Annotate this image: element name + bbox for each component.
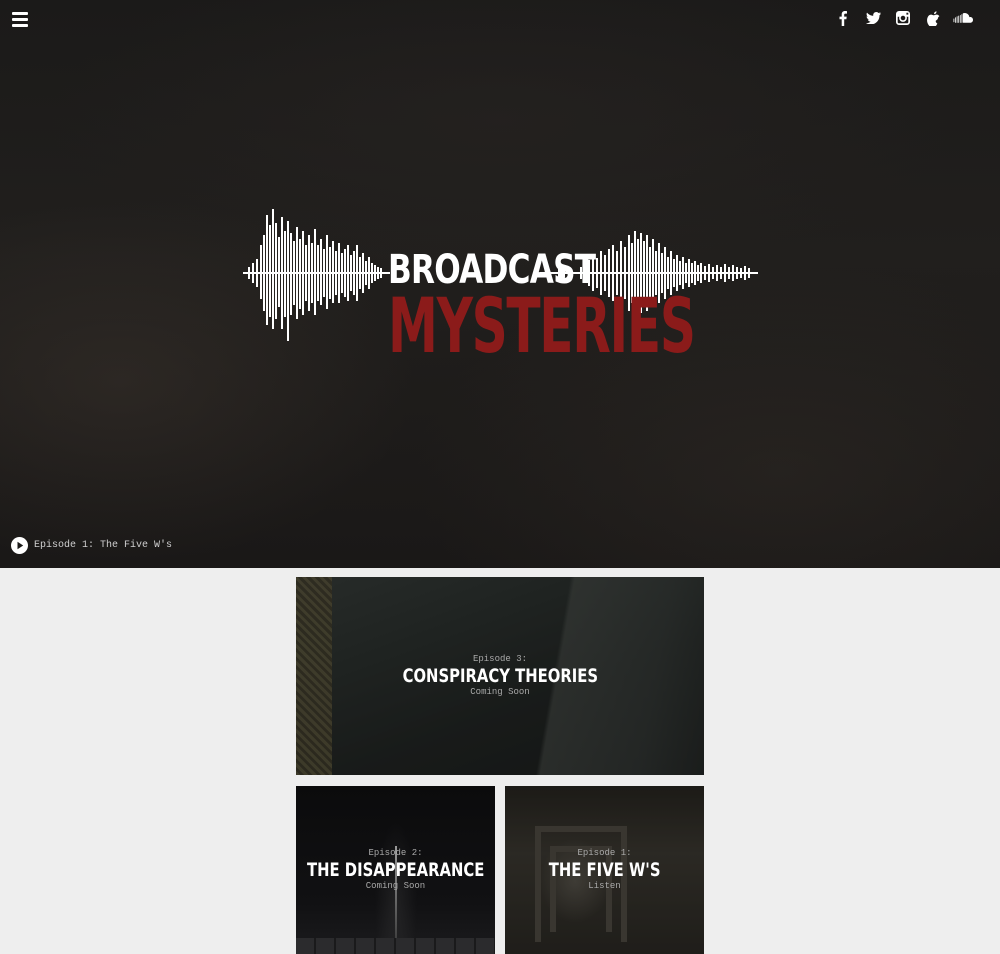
- social-links: [828, 9, 978, 27]
- episode-title: THE DISAPPEARANCE: [306, 859, 485, 881]
- apple-podcasts-icon[interactable]: [918, 9, 948, 27]
- episode-card-1[interactable]: Episode 1: THE FIVE W'S Listen: [505, 786, 704, 954]
- now-playing-label: Episode 1: The Five W's: [34, 540, 173, 551]
- episode-card-overlay: Episode 3: CONSPIRACY THEORIES Coming So…: [296, 577, 704, 775]
- episode-number: Episode 1:: [577, 848, 632, 858]
- soundcloud-icon[interactable]: [948, 9, 978, 27]
- play-icon[interactable]: [11, 537, 28, 554]
- episode-title: CONSPIRACY THEORIES: [402, 665, 598, 687]
- episode-card-overlay: Episode 2: THE DISAPPEARANCE Coming Soon: [296, 786, 495, 954]
- episode-card-3[interactable]: Episode 3: CONSPIRACY THEORIES Coming So…: [296, 577, 704, 775]
- now-playing-player[interactable]: Episode 1: The Five W's: [11, 537, 172, 554]
- hero-banner: BROADCAST MYSTERIES Episode 1: The Five …: [0, 0, 1000, 568]
- episode-number: Episode 2:: [368, 848, 423, 858]
- episode-card-overlay: Episode 1: THE FIVE W'S Listen: [505, 786, 704, 954]
- hamburger-menu-icon[interactable]: [12, 12, 28, 27]
- episode-status: Listen: [588, 881, 621, 891]
- facebook-icon[interactable]: [828, 9, 858, 27]
- episode-title: THE FIVE W'S: [548, 859, 661, 881]
- instagram-icon[interactable]: [888, 9, 918, 27]
- episode-number: Episode 3:: [472, 654, 527, 664]
- episode-card-2[interactable]: Episode 2: THE DISAPPEARANCE Coming Soon: [296, 786, 495, 954]
- logo-line-mysteries: MYSTERIES: [388, 281, 696, 370]
- episode-status: Coming Soon: [365, 881, 426, 891]
- episode-status: Coming Soon: [470, 687, 530, 697]
- twitter-icon[interactable]: [858, 9, 888, 27]
